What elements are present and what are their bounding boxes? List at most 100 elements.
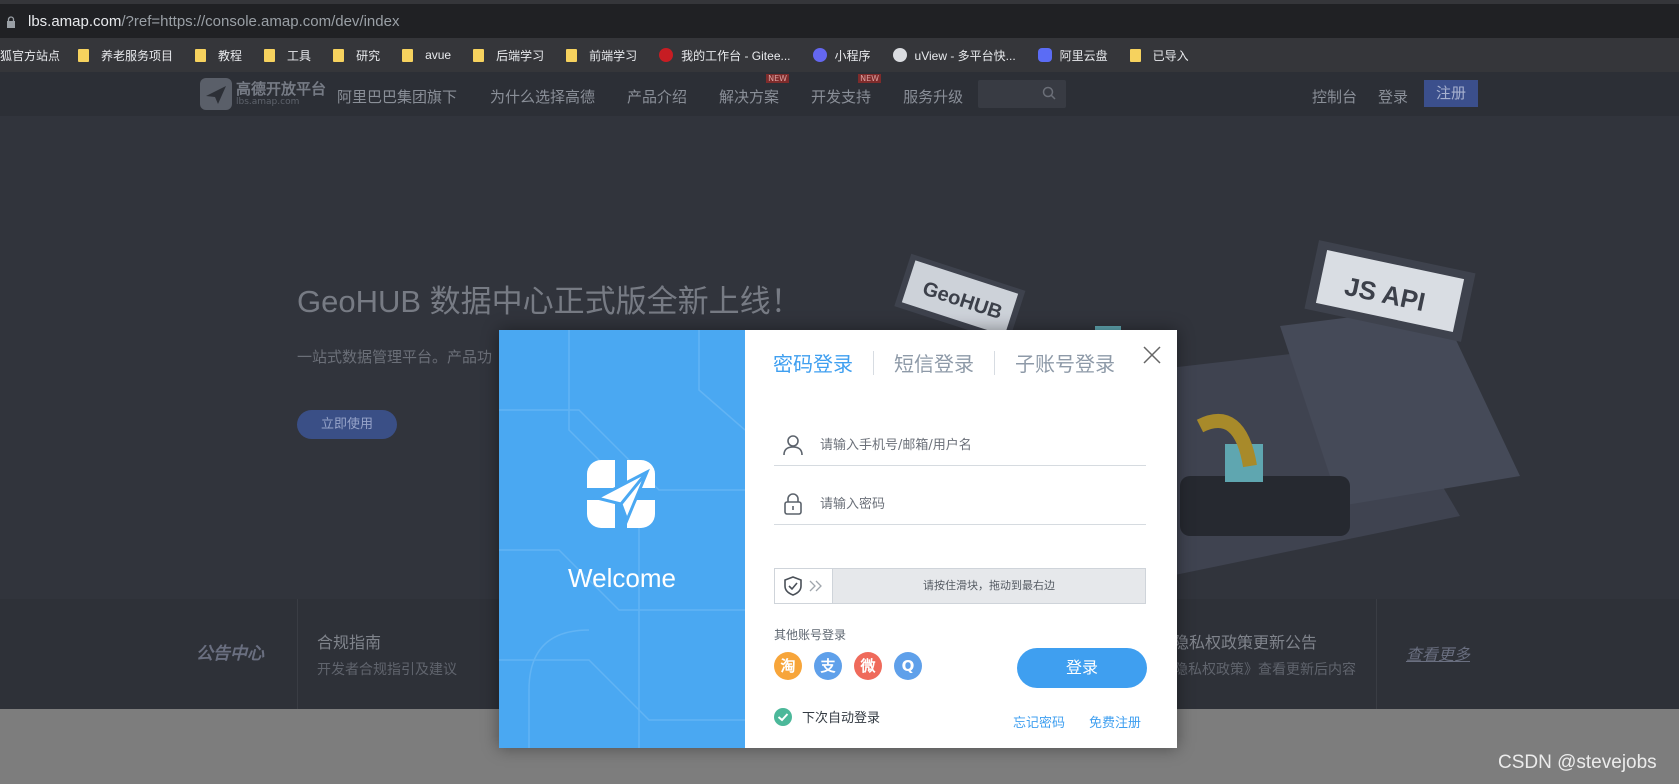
tab-divider [873, 350, 874, 375]
header-login-link[interactable]: 登录 [1378, 86, 1408, 107]
free-register-link[interactable]: 免费注册 [1089, 712, 1141, 731]
password-input[interactable] [820, 491, 1140, 517]
hero-subtitle: 一站式数据管理平台。产品功 [297, 348, 493, 366]
close-icon[interactable] [1141, 344, 1163, 366]
slider-handle[interactable] [775, 569, 833, 603]
bookmark-label: 工具 [287, 48, 312, 63]
social-glyph: 淘 [780, 657, 796, 675]
notice-center-logo: 公告中心 [196, 644, 264, 664]
bookmark-item[interactable]: 后端学习 [473, 47, 544, 64]
notice-title[interactable]: 合规指南 [317, 629, 381, 653]
notice-desc: 《隐私权政策》查看更新后内容 [1160, 662, 1356, 678]
folder-icon [333, 48, 345, 62]
aliyun-drive-icon [1037, 48, 1052, 62]
nav-item-why[interactable]: 为什么选择高德 [490, 86, 595, 107]
tab-password-login[interactable]: 密码登录 [773, 348, 853, 377]
folder-icon [195, 48, 207, 62]
bookmark-label: 阿里云盘 [1059, 48, 1108, 63]
social-glyph: 支 [820, 657, 836, 675]
lock-icon [784, 493, 802, 515]
url-text[interactable]: lbs.amap.com/?ref=https://console.amap.c… [28, 13, 399, 30]
auto-login-checkbox[interactable]: 下次自动登录 [774, 707, 880, 726]
csdn-watermark: CSDN @stevejobs [1498, 752, 1657, 773]
bookmark-item[interactable]: 已导入 [1129, 47, 1189, 64]
new-badge: NEW [858, 74, 882, 83]
lock-icon [7, 16, 15, 28]
nav-item-solutions[interactable]: 解决方案 NEW [719, 74, 790, 107]
bookmark-label: 我的工作台 - Gitee... [681, 48, 791, 63]
other-login-label: 其他账号登录 [774, 628, 847, 642]
amap-logo-icon [587, 460, 655, 528]
login-button[interactable]: 登录 [1017, 648, 1147, 688]
bookmark-label: 养老服务项目 [101, 48, 174, 63]
bookmark-label: 研究 [356, 48, 381, 63]
brand-subtitle: 阿里巴巴集团旗下 [337, 88, 458, 106]
bookmark-item[interactable]: 狐官方站点 [0, 47, 60, 64]
bookmark-label: 前端学习 [589, 48, 638, 63]
tab-divider [994, 350, 995, 375]
folder-icon [264, 48, 276, 62]
nav-item-dev-support[interactable]: 开发支持 NEW [811, 74, 882, 107]
welcome-text: Welcome [568, 563, 676, 593]
bookmark-label: 小程序 [834, 48, 871, 63]
folder-icon [402, 48, 414, 62]
bookmark-label: avue [425, 48, 452, 62]
double-chevron-right-icon [809, 580, 822, 592]
site-nav: 为什么选择高德 产品介绍 解决方案 NEW 开发支持 NEW 服务升级 [490, 74, 995, 107]
nav-label: 解决方案 [719, 88, 780, 106]
bookmark-item[interactable]: 前端学习 [566, 47, 637, 64]
folder-icon [78, 48, 90, 62]
folder-icon [473, 48, 485, 62]
qq-icon[interactable]: Q [894, 652, 922, 680]
hero-use-now-button[interactable]: 立即使用 [297, 410, 397, 439]
header-register-button[interactable]: 注册 [1424, 80, 1478, 107]
bookmark-label: 狐官方站点 [0, 48, 61, 63]
bookmark-item[interactable]: 教程 [195, 47, 242, 64]
site-logo[interactable]: 高德开放平台 lbs.amap.com [200, 78, 326, 110]
weibo-icon[interactable]: 微 [854, 652, 882, 680]
notice-desc: 开发者合规指引及建议 [317, 662, 457, 678]
forgot-password-link[interactable]: 忘记密码 [1013, 712, 1065, 731]
tab-subaccount-login[interactable]: 子账号登录 [1015, 348, 1115, 377]
folder-icon [566, 48, 578, 62]
captcha-slider: 请按住滑块，拖动到最右边 [774, 568, 1146, 604]
search-icon[interactable] [1042, 86, 1056, 100]
notice-more-link[interactable]: 查看更多 [1406, 641, 1470, 665]
miniprogram-icon [812, 48, 827, 62]
bookmark-item[interactable]: 养老服务项目 [78, 47, 173, 64]
new-badge: NEW [766, 74, 790, 83]
bookmark-item[interactable]: 我的工作台 - Gitee... [659, 47, 791, 64]
bookmark-label: uView - 多平台快... [914, 48, 1016, 63]
social-login-list: 淘 支 微 Q [774, 652, 934, 680]
map-lines-decoration [499, 330, 745, 748]
tab-sms-login[interactable]: 短信登录 [894, 348, 974, 377]
notice-divider [1376, 599, 1377, 709]
bookmark-item[interactable]: 研究 [333, 47, 380, 64]
console-link[interactable]: 控制台 [1312, 86, 1357, 107]
bookmark-item[interactable]: 小程序 [812, 47, 871, 64]
bookmark-item[interactable]: 阿里云盘 [1037, 47, 1108, 64]
nav-label: 开发支持 [811, 88, 872, 106]
notice-title[interactable]: 隐私权政策更新公告 [1173, 629, 1317, 653]
modal-login-panel: 密码登录 短信登录 子账号登录 请按住滑块，拖动到最右边 其他账号登录 淘 支 [745, 330, 1177, 748]
taobao-icon[interactable]: 淘 [774, 652, 802, 680]
login-modal: Welcome 密码登录 短信登录 子账号登录 请按住滑块，拖动到最右边 其他账… [499, 330, 1177, 748]
folder-icon [1129, 48, 1141, 62]
username-field [774, 426, 1146, 466]
check-icon [774, 707, 792, 726]
bookmark-label: 后端学习 [496, 48, 545, 63]
nav-item-products[interactable]: 产品介绍 [627, 86, 687, 107]
nav-item-upgrade[interactable]: 服务升级 [903, 86, 963, 107]
bookmark-item[interactable]: avue [402, 48, 451, 62]
alipay-icon[interactable]: 支 [814, 652, 842, 680]
site-search[interactable] [978, 80, 1066, 108]
bookmark-label: 已导入 [1152, 48, 1189, 63]
bookmark-item[interactable]: uView - 多平台快... [892, 47, 1016, 64]
login-tabs: 密码登录 短信登录 子账号登录 [773, 348, 1115, 377]
bookmark-item[interactable]: 工具 [264, 47, 311, 64]
shield-check-icon [784, 576, 802, 596]
url-path: /?ref=https://console.amap.com/dev/index [121, 13, 400, 30]
username-input[interactable] [820, 432, 1140, 458]
browser-address-bar[interactable]: lbs.amap.com/?ref=https://console.amap.c… [0, 0, 1679, 38]
social-glyph: Q [901, 657, 915, 675]
